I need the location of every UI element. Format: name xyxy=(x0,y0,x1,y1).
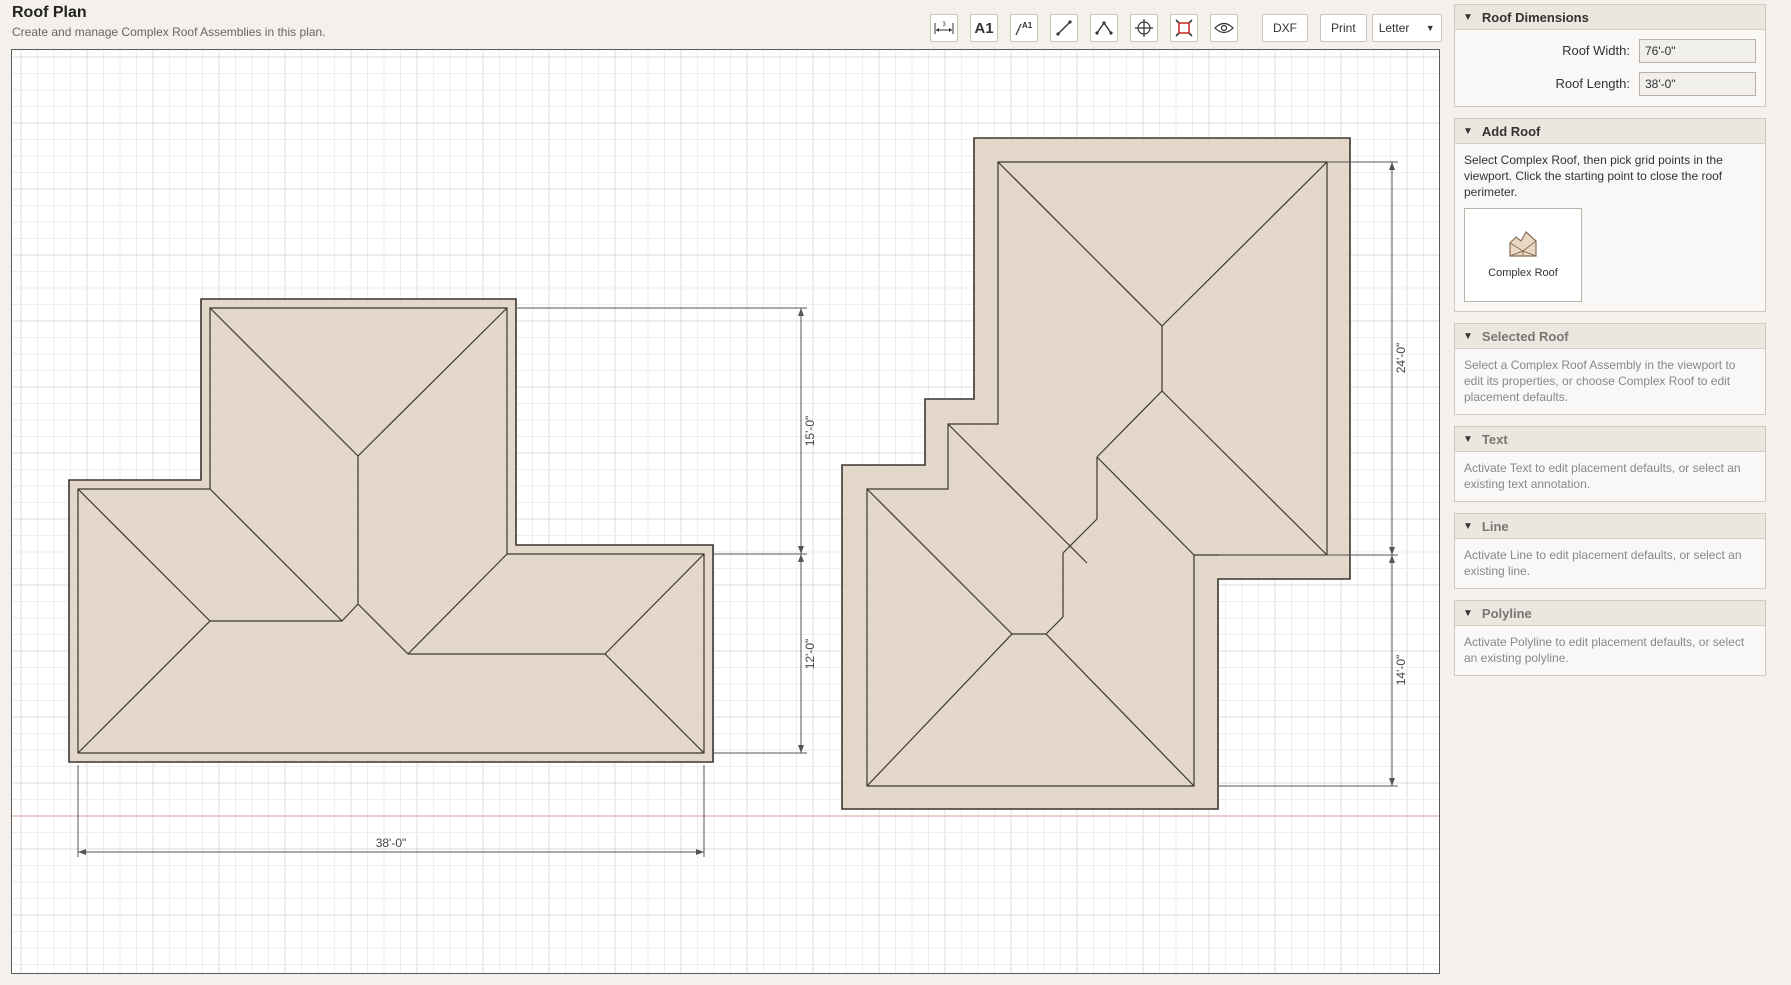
roof-dimensions-panel: ▼ Roof Dimensions Roof Width: Roof Lengt… xyxy=(1454,4,1766,107)
properties-panel: ▼ Roof Dimensions Roof Width: Roof Lengt… xyxy=(1454,4,1766,687)
svg-text:3: 3 xyxy=(942,22,946,28)
roof-length-label: Roof Length: xyxy=(1555,76,1630,91)
panel-title: Selected Roof xyxy=(1481,328,1569,344)
collapse-caret-icon: ▼ xyxy=(1463,520,1473,532)
print-button[interactable]: Print xyxy=(1320,14,1367,42)
page-subtitle: Create and manage Complex Roof Assemblie… xyxy=(12,25,326,39)
line-tool-button[interactable] xyxy=(1050,14,1078,42)
roof-dimensions-header[interactable]: ▼ Roof Dimensions xyxy=(1455,5,1765,30)
line-panel: ▼ Line Activate Line to edit placement d… xyxy=(1454,513,1766,589)
leader-text-icon: A1 xyxy=(1015,21,1033,36)
visibility-tool-button[interactable] xyxy=(1210,14,1238,42)
collapse-caret-icon: ▼ xyxy=(1463,125,1473,137)
polyline-panel: ▼ Polyline Activate Polyline to edit pla… xyxy=(1454,600,1766,676)
add-roof-description: Select Complex Roof, then pick grid poin… xyxy=(1464,153,1723,199)
dimension-tool-button[interactable]: 3 xyxy=(930,14,958,42)
move-icon xyxy=(1135,19,1153,37)
panel-title: Text xyxy=(1481,431,1508,447)
leader-text-tool-button[interactable]: A1 xyxy=(1010,14,1038,42)
zoom-extents-icon xyxy=(1175,19,1193,37)
page-header: Roof Plan Create and manage Complex Roof… xyxy=(12,4,326,39)
selected-roof-description: Select a Complex Roof Assembly in the vi… xyxy=(1464,358,1736,404)
dimension-label: 14'-0" xyxy=(1394,655,1408,686)
polyline-tool-button[interactable] xyxy=(1090,14,1118,42)
dimension-label: 24'-0" xyxy=(1394,343,1408,374)
collapse-caret-icon: ▼ xyxy=(1463,11,1473,23)
line-header[interactable]: ▼ Line xyxy=(1455,514,1765,539)
eye-icon xyxy=(1214,22,1234,34)
pan-tool-button[interactable] xyxy=(1130,14,1158,42)
roof-length-field[interactable] xyxy=(1639,72,1756,96)
text-a1-icon: A1 xyxy=(974,19,994,37)
roof-plan-viewport[interactable]: 38'-0" 15'-0" 12'-0" 24'-0" 14'-0" xyxy=(11,49,1440,974)
collapse-caret-icon: ▼ xyxy=(1463,330,1473,342)
dimension-label: 15'-0" xyxy=(803,416,817,447)
zoom-extents-tool-button[interactable] xyxy=(1170,14,1198,42)
dimension-roof1-width[interactable]: 38'-0" xyxy=(77,765,705,857)
dimension-icon: 3 xyxy=(934,22,954,34)
line-description: Activate Line to edit placement defaults… xyxy=(1464,548,1742,578)
complex-roof-label: Complex Roof xyxy=(1488,267,1558,279)
text-tool-button[interactable]: A1 xyxy=(970,14,998,42)
chevron-down-icon: ▼ xyxy=(1425,23,1435,33)
polyline-icon xyxy=(1095,21,1113,35)
add-roof-header[interactable]: ▼ Add Roof xyxy=(1455,119,1765,144)
panel-title: Polyline xyxy=(1481,605,1532,621)
roof-width-field[interactable] xyxy=(1639,39,1756,63)
selected-roof-header[interactable]: ▼ Selected Roof xyxy=(1455,324,1765,349)
line-icon xyxy=(1056,20,1072,36)
collapse-caret-icon: ▼ xyxy=(1463,433,1473,445)
polyline-header[interactable]: ▼ Polyline xyxy=(1455,601,1765,626)
selected-roof-panel: ▼ Selected Roof Select a Complex Roof As… xyxy=(1454,323,1766,415)
panel-title: Line xyxy=(1481,518,1509,534)
text-header[interactable]: ▼ Text xyxy=(1455,427,1765,452)
panel-title: Add Roof xyxy=(1481,123,1541,139)
svg-text:A1: A1 xyxy=(1022,21,1033,30)
roof-width-label: Roof Width: xyxy=(1562,43,1630,58)
page-title: Roof Plan xyxy=(12,4,87,21)
dimension-label: 12'-0" xyxy=(803,639,817,670)
polyline-description: Activate Polyline to edit placement defa… xyxy=(1464,635,1745,665)
dxf-export-button[interactable]: DXF xyxy=(1262,14,1308,42)
dimension-label: 38'-0" xyxy=(376,836,407,850)
text-panel: ▼ Text Activate Text to edit placement d… xyxy=(1454,426,1766,502)
panel-title: Roof Dimensions xyxy=(1481,9,1589,25)
paper-size-value: Letter xyxy=(1378,21,1410,35)
add-roof-panel: ▼ Add Roof Select Complex Roof, then pic… xyxy=(1454,118,1766,312)
complex-roof-button[interactable]: Complex Roof xyxy=(1464,208,1582,302)
complex-roof-icon xyxy=(1509,231,1537,257)
paper-size-select[interactable]: Letter ▼ xyxy=(1371,14,1442,42)
complex-roof-1[interactable] xyxy=(68,298,714,763)
toolbar: 3 A1 A1 DXF Print Letter ▼ xyxy=(930,12,1442,44)
text-description: Activate Text to edit placement defaults… xyxy=(1464,461,1741,491)
roof-plan-canvas[interactable]: 38'-0" 15'-0" 12'-0" 24'-0" 14'-0" xyxy=(12,50,1440,974)
collapse-caret-icon: ▼ xyxy=(1463,607,1473,619)
